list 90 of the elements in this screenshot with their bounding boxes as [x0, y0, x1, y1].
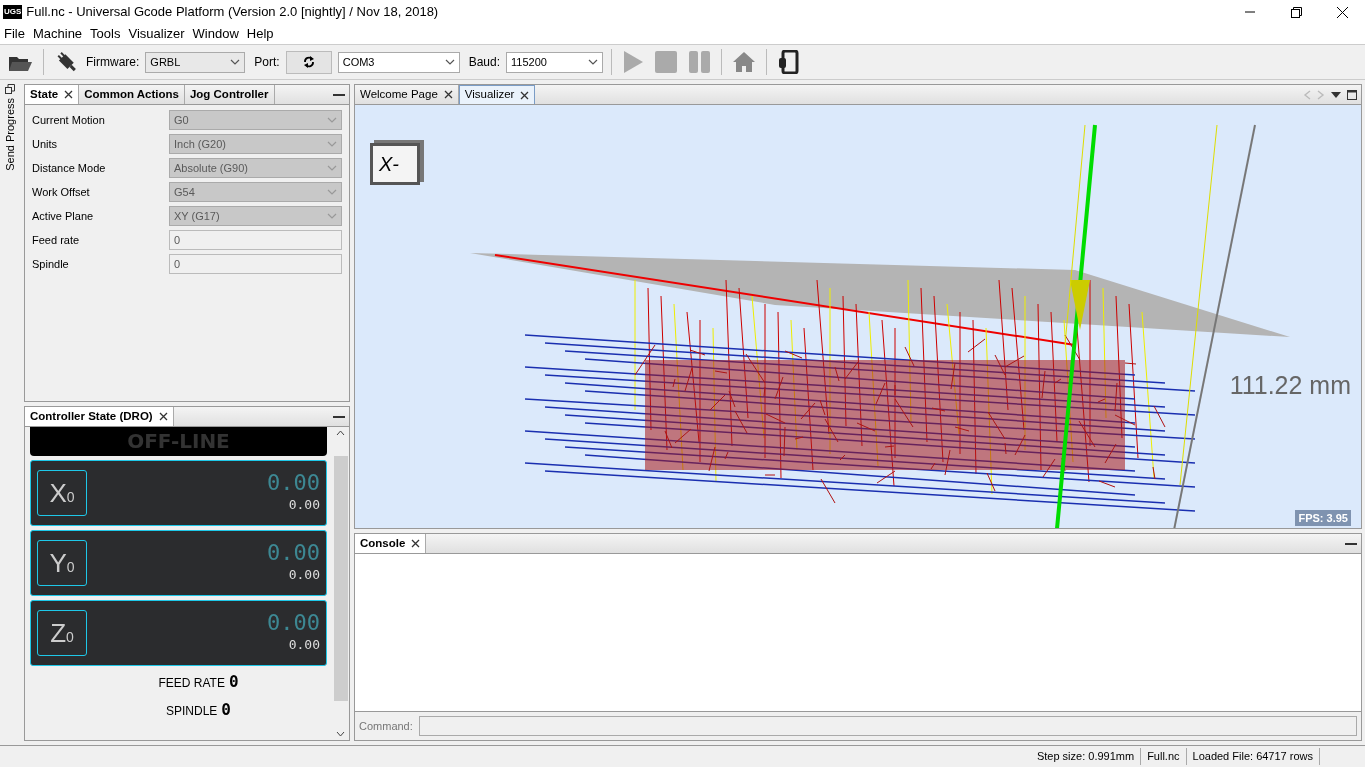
chevron-down-icon: [588, 58, 599, 66]
dropdown-value: COM3: [342, 54, 375, 70]
dropdown-field[interactable]: G54: [169, 182, 342, 202]
status-text: Step size: 0.991mm: [1030, 748, 1142, 765]
machine-position: 0.00: [288, 636, 320, 655]
refresh-button[interactable]: [285, 50, 332, 74]
menu-item[interactable]: Visualizer: [124, 24, 189, 44]
panel-tab[interactable]: Console: [355, 534, 427, 553]
field-label: Distance Mode: [32, 160, 107, 176]
dropdown-value: XY (G17): [174, 208, 220, 224]
chevron-down-icon: [327, 188, 337, 196]
menu-item[interactable]: Machine: [28, 24, 87, 44]
maximize-icon: [1290, 6, 1302, 18]
close-icon: [411, 539, 421, 548]
firmware-dropdown[interactable]: GRBL: [145, 51, 246, 73]
readout-value: 0: [228, 671, 239, 693]
port-dropdown[interactable]: COM3: [337, 51, 460, 73]
panel-tab[interactable]: Common Actions: [79, 85, 185, 104]
minimize-icon: [1245, 11, 1255, 13]
panel-tab[interactable]: Controller State (DRO): [25, 407, 174, 426]
menu-item[interactable]: File: [0, 24, 29, 44]
chevron-right-icon: [1317, 89, 1325, 100]
menu-item[interactable]: Tools: [86, 24, 125, 44]
machine-position: 0.00: [288, 566, 320, 585]
field-label: Current Motion: [32, 112, 106, 128]
field-label: Active Plane: [32, 208, 95, 224]
field-label: Spindle: [32, 256, 70, 272]
stop-icon: [654, 50, 679, 74]
dropdown-value: Absolute (G90): [174, 160, 248, 176]
menu-item[interactable]: Window: [188, 24, 243, 44]
home-icon: [732, 51, 757, 73]
panel-tab[interactable]: State: [25, 85, 80, 104]
chevron-down-icon: [230, 58, 241, 66]
baud-dropdown[interactable]: 115200: [506, 51, 604, 73]
field-label: Units: [32, 136, 59, 152]
chevron-down-icon: [327, 212, 337, 220]
dropdown-value: G0: [174, 112, 189, 128]
panel-tab[interactable]: Welcome Page: [355, 85, 459, 104]
field-label: Feed rate: [32, 232, 81, 248]
dropdown-value: G54: [174, 184, 195, 200]
work-position: 0.00: [267, 611, 320, 636]
dropdown-field[interactable]: XY (G17): [169, 206, 342, 226]
dropdown-value: 115200: [511, 54, 547, 70]
restore-icon: [5, 84, 15, 94]
phone-icon: [777, 50, 800, 74]
port-label: Port:: [254, 54, 280, 71]
status-text: Loaded File: 64717 rows: [1186, 748, 1320, 765]
chevron-down-icon: [327, 164, 337, 172]
measurement-label: 111.22 mm: [1229, 370, 1351, 401]
pause-icon: [688, 50, 712, 74]
close-icon: [443, 90, 453, 99]
machine-position: 0.00: [288, 496, 320, 515]
app-logo: UGS: [3, 5, 23, 19]
close-icon: [1336, 6, 1348, 18]
chevron-down-icon: [327, 116, 337, 124]
baud-label: Baud:: [468, 54, 501, 71]
dropdown-field[interactable]: Absolute (G90): [169, 158, 342, 178]
panel-tab[interactable]: Visualizer: [458, 85, 536, 104]
chevron-up-icon: [336, 430, 345, 436]
command-label: Command:: [359, 718, 413, 734]
chevron-down-icon: [444, 58, 455, 66]
menu-item[interactable]: Help: [242, 24, 278, 44]
dropdown-value: GRBL: [150, 54, 181, 70]
dropdown-value: Inch (G20): [174, 136, 226, 152]
dropdown-field[interactable]: G0: [169, 110, 342, 130]
input-field[interactable]: 0: [169, 230, 342, 250]
close-icon: [64, 90, 74, 99]
close-icon: [520, 90, 530, 100]
field-label: Work Offset: [32, 184, 91, 200]
work-position: 0.00: [267, 541, 320, 566]
readout-label: SPINDLE: [166, 703, 218, 720]
refresh-icon: [301, 55, 316, 69]
close-icon: [158, 412, 168, 421]
chevron-left-icon: [1303, 89, 1311, 100]
window-title: Full.nc - Universal Gcode Platform (Version 2.0 [nightly] / Nov 18, 2018): [26, 3, 440, 22]
readout-value: 0: [221, 699, 231, 721]
panel-tab[interactable]: Jog Controller: [184, 85, 275, 104]
work-position: 0.00: [267, 471, 320, 496]
fps-counter: FPS: 3.95: [1295, 509, 1351, 526]
maximize-icon: [1347, 89, 1357, 100]
input-field[interactable]: 0: [169, 254, 342, 274]
chevron-down-icon: [327, 140, 337, 148]
status-text: Full.nc: [1141, 748, 1187, 765]
play-icon: [622, 50, 645, 74]
readout-label: FEED RATE: [158, 675, 225, 692]
chevron-down-icon: [336, 731, 345, 737]
dropdown-arrow-icon: [1331, 91, 1341, 98]
firmware-label: Firmware:: [86, 54, 140, 71]
side-tab[interactable]: Send Progress: [1, 98, 19, 171]
dropdown-field[interactable]: Inch (G20): [169, 134, 342, 154]
